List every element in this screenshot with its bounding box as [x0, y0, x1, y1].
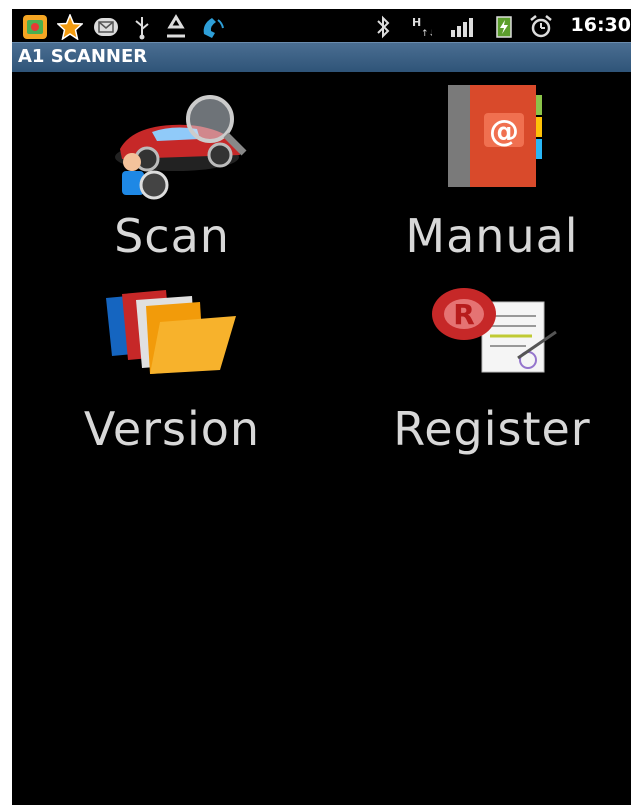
scan-label: Scan [114, 209, 230, 263]
signal-icon [451, 18, 473, 37]
folders-icon [106, 290, 236, 374]
usb-icon [135, 17, 149, 40]
mail-icon [94, 18, 118, 36]
manual-label: Manual [405, 209, 579, 263]
register-button[interactable]: R Register [362, 284, 622, 474]
phone-icon [203, 18, 224, 38]
svg-text:H: H [412, 16, 421, 29]
status-bar: H ↑↓ 16:30 [12, 9, 631, 42]
scan-button[interactable]: Scan [42, 79, 302, 269]
phone-screen: H ↑↓ 16:30 A1 SCANNER [12, 9, 631, 805]
hsdpa-icon: H ↑↓ [412, 16, 432, 39]
register-label: Register [393, 402, 591, 456]
svg-text:@: @ [489, 114, 519, 149]
app-title: A1 SCANNER [18, 46, 148, 67]
status-clock: 16:30 [570, 14, 631, 36]
registered-document-icon: R [432, 288, 557, 373]
version-button[interactable]: Version [42, 284, 302, 474]
star-icon [57, 14, 83, 40]
alarm-icon [530, 15, 552, 38]
app-title-bar: A1 SCANNER [12, 42, 631, 72]
svg-text:↑↓: ↑↓ [421, 29, 432, 39]
recycle-icon [167, 14, 185, 38]
manual-button[interactable]: @ Manual [362, 79, 622, 269]
app-icon [23, 15, 47, 39]
version-label: Version [83, 402, 261, 456]
car-scan-icon [115, 95, 247, 200]
address-book-icon: @ [448, 85, 542, 187]
battery-icon [496, 16, 512, 38]
bluetooth-icon [377, 15, 390, 39]
svg-text:R: R [453, 298, 475, 331]
